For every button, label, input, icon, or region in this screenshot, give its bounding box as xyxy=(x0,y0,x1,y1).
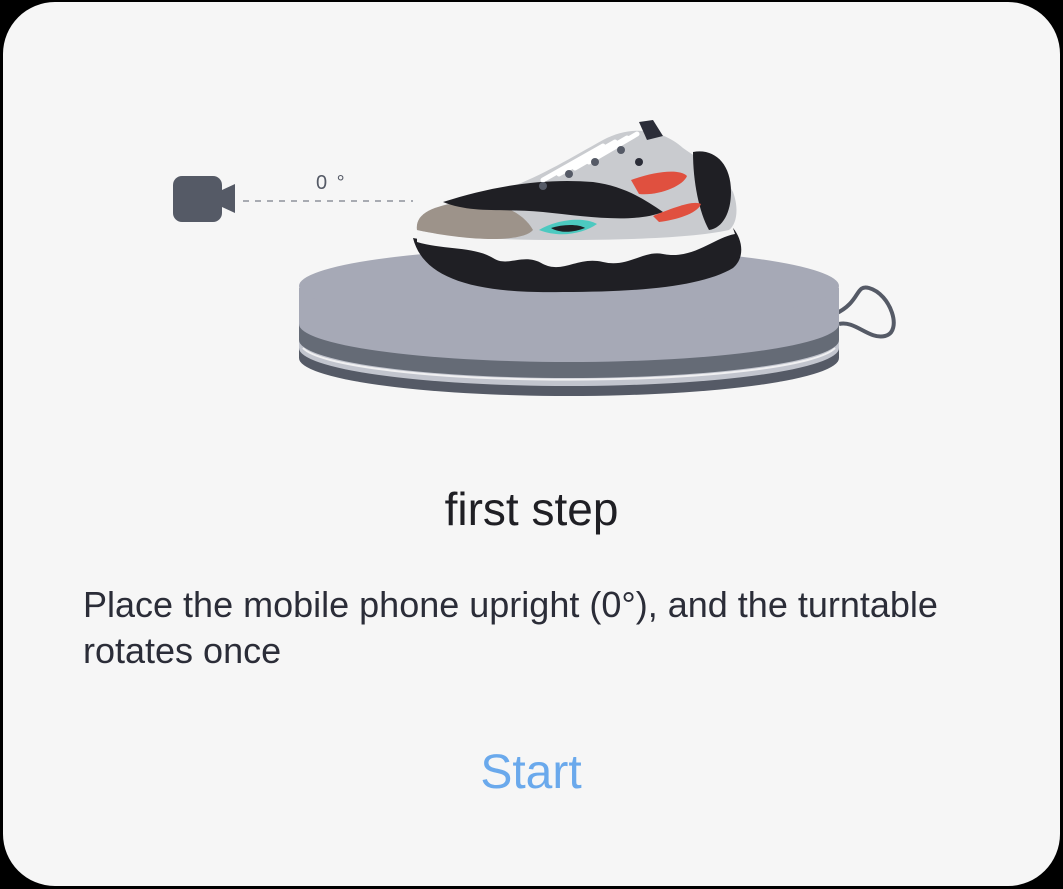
illustration-svg xyxy=(173,120,896,396)
step-title: first step xyxy=(444,483,619,535)
shoe-illustration xyxy=(413,120,742,293)
start-button[interactable]: Start xyxy=(431,738,631,808)
step-description: Place the mobile phone upright (0°), and… xyxy=(83,584,938,671)
tutorial-illustration: 0 ° xyxy=(3,2,1060,422)
camera-icon xyxy=(173,176,235,222)
angle-label: 0 ° xyxy=(316,172,347,194)
step-dialog: 0 ° first step Place the mobile phone up… xyxy=(3,2,1060,886)
